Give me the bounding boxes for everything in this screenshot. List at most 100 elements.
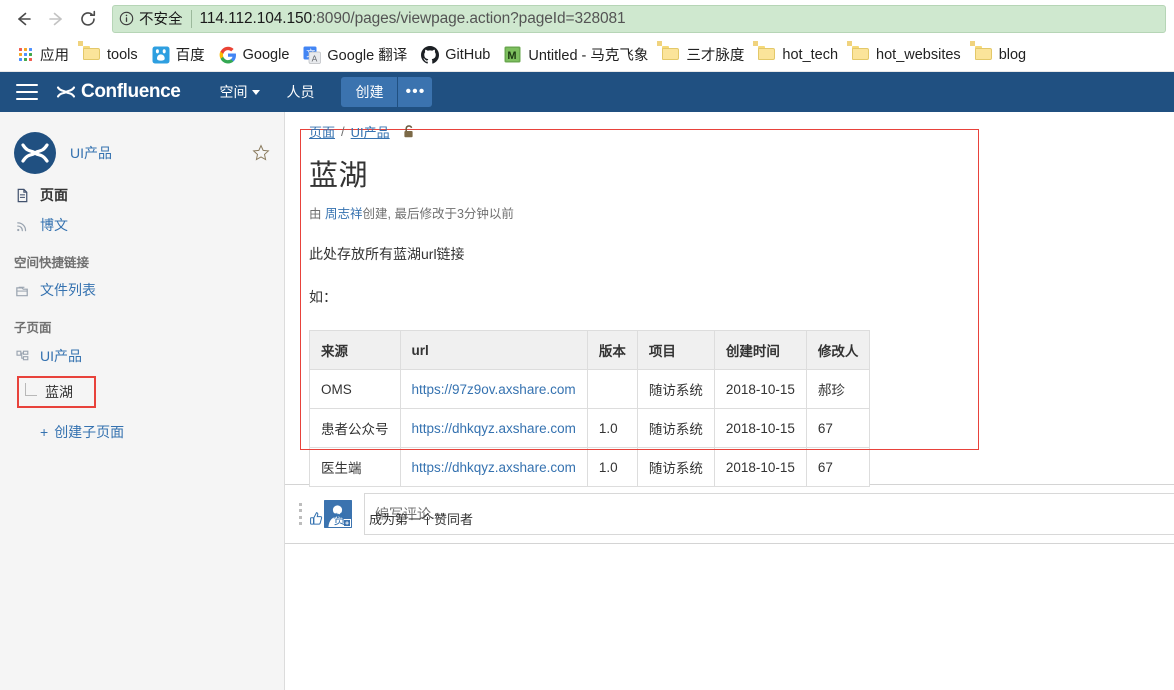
back-button[interactable]: [8, 3, 40, 35]
create-more-button[interactable]: •••: [398, 77, 433, 107]
bookmark-label: hot_websites: [876, 46, 961, 63]
reload-button[interactable]: [72, 3, 104, 35]
create-button[interactable]: 创建: [341, 77, 398, 107]
cell-source: 患者公众号: [309, 408, 401, 448]
translate-glyph: 文 A: [303, 46, 322, 64]
unlock-glyph: [404, 124, 413, 137]
table-row: OMS https://97z9ov.axshare.com 随访系统 2018…: [309, 369, 871, 409]
byline-suffix: 创建, 最后修改于3分钟以前: [362, 207, 514, 221]
back-arrow-icon: [18, 12, 31, 25]
bookmark-baidu[interactable]: 百度: [146, 41, 213, 68]
bookmark-hot-tech[interactable]: hot_tech: [752, 40, 846, 67]
star-icon[interactable]: [252, 144, 270, 162]
page-paragraph-2: 如：: [309, 289, 337, 305]
table-row: 医生端 https://dhkqyz.axshare.com 1.0 随访系统 …: [309, 447, 871, 487]
bookmark-google-translate[interactable]: 文 A Google 翻译: [297, 41, 415, 68]
cell-created: 2018-10-15: [713, 408, 807, 448]
thumbs-up-icon[interactable]: [309, 511, 324, 526]
bookmarks-bar: 应用 tools 百度 Google A Google 翻译 GitHub M …: [0, 38, 1174, 72]
sidebar-child-ui-product[interactable]: UI产品: [0, 340, 284, 372]
app-body: UI产品 页面 博文 空间快捷链接 文件列表 子页面 UI产品 蓝湖 + 创建子…: [0, 112, 1174, 690]
sidebar-child-lanhu[interactable]: 蓝湖: [17, 376, 96, 408]
folder-icon: [78, 40, 101, 64]
cell-project: 随访系统: [636, 408, 715, 448]
cell-url: https://97z9ov.axshare.com: [399, 369, 588, 409]
space-name-label[interactable]: UI产品: [70, 143, 252, 163]
table-row: 患者公众号 https://dhkqyz.axshare.com 1.0 随访系…: [309, 408, 871, 448]
baidu-paw-glyph: [152, 46, 170, 63]
bookmark-label: Google 翻译: [327, 48, 408, 64]
star-outline-glyph: [252, 144, 270, 161]
sidebar-child-label: 蓝湖: [45, 384, 73, 400]
bookmark-label: hot_tech: [782, 46, 839, 63]
cell-source: 医生端: [309, 447, 401, 487]
security-indicator[interactable]: 不安全: [119, 9, 192, 28]
drag-handle-icon[interactable]: [299, 503, 302, 525]
table-header-version: 版本: [586, 330, 638, 370]
bookmark-maxiang[interactable]: M Untitled - 马克飞象: [498, 41, 656, 68]
cell-version: 1.0: [586, 408, 638, 448]
security-label: 不安全: [139, 12, 183, 28]
space-avatar[interactable]: [14, 132, 56, 174]
address-bar[interactable]: 不安全 114.112.104.150:8090/pages/viewpage.…: [112, 4, 1166, 33]
apps-grid-icon: [16, 46, 34, 64]
sidebar-item-pages[interactable]: 页面: [0, 180, 284, 210]
google-translate-icon: 文 A: [303, 46, 322, 64]
github-icon: [421, 45, 440, 64]
cell-version: 1.0: [586, 447, 638, 487]
bookmark-apps[interactable]: 应用: [10, 41, 77, 68]
bookmark-github[interactable]: GitHub: [415, 43, 498, 67]
unlock-icon[interactable]: [402, 124, 416, 140]
breadcrumb-pages-link[interactable]: 页面: [309, 122, 335, 141]
sidebar-item-blog[interactable]: 博文: [0, 210, 284, 240]
url-link[interactable]: https://dhkqyz.axshare.com: [412, 421, 576, 436]
cell-source: OMS: [309, 369, 401, 409]
forward-button[interactable]: [40, 3, 72, 35]
bookmark-tools[interactable]: tools: [77, 40, 146, 67]
sidebar-item-label: 文件列表: [40, 282, 96, 298]
breadcrumb-space-link[interactable]: UI产品: [351, 122, 390, 141]
url-host: 114.112.104.150: [199, 9, 313, 27]
url-link[interactable]: https://dhkqyz.axshare.com: [412, 460, 576, 475]
google-icon: [219, 46, 237, 64]
cell-project: 随访系统: [636, 447, 715, 487]
byline-author-link[interactable]: 周志祥: [325, 207, 363, 221]
url-link[interactable]: https://97z9ov.axshare.com: [412, 382, 576, 397]
like-label[interactable]: 赞: [333, 509, 346, 528]
sidebar-item-file-list[interactable]: 文件列表: [0, 275, 284, 305]
nav-spaces[interactable]: 空间: [206, 72, 273, 112]
rss-feed-glyph: [17, 221, 27, 231]
nav-people-label: 人员: [286, 84, 315, 100]
table-header-source: 来源: [309, 330, 401, 370]
baidu-icon: [152, 46, 170, 64]
like-note: 成为第一个赞同者: [369, 512, 474, 527]
maxiang-icon: M: [504, 46, 522, 64]
cell-url: https://dhkqyz.axshare.com: [399, 447, 588, 487]
menu-toggle-button[interactable]: [16, 84, 38, 100]
sidebar-child-label: UI产品: [40, 348, 82, 364]
confluence-logo[interactable]: Confluence: [56, 81, 181, 103]
cell-created: 2018-10-15: [713, 369, 807, 409]
confluence-space-logo-icon: [21, 143, 49, 163]
cell-modifier: 郝珍: [805, 369, 871, 409]
nav-spaces-label: 空间: [219, 84, 248, 100]
page-content: 蓝湖 由 周志祥创建, 最后修改于3分钟以前 此处存放所有蓝湖url链接 如： …: [309, 152, 969, 528]
cell-modifier: 67: [805, 408, 871, 448]
reload-icon: [81, 10, 96, 26]
folder-archive-icon: [14, 282, 31, 299]
create-child-page-label: 创建子页面: [54, 424, 125, 440]
bookmark-label: blog: [998, 46, 1027, 63]
bookmark-google[interactable]: Google: [213, 43, 298, 67]
confluence-mark-glyph: [56, 86, 76, 98]
svg-text:M: M: [508, 50, 517, 62]
bookmark-blog[interactable]: blog: [969, 40, 1034, 67]
bookmark-sancaimaidu[interactable]: 三才脉度: [656, 40, 752, 68]
nav-people[interactable]: 人员: [273, 72, 327, 112]
sidebar-item-label: 页面: [40, 187, 68, 203]
bookmark-hot-websites[interactable]: hot_websites: [846, 40, 969, 67]
rss-icon: [14, 217, 31, 234]
confluence-brand-label: Confluence: [81, 81, 181, 102]
table-header-created: 创建时间: [713, 330, 807, 370]
bookmark-label: Google: [242, 46, 290, 63]
create-child-page-button[interactable]: + 创建子页面: [0, 408, 284, 442]
